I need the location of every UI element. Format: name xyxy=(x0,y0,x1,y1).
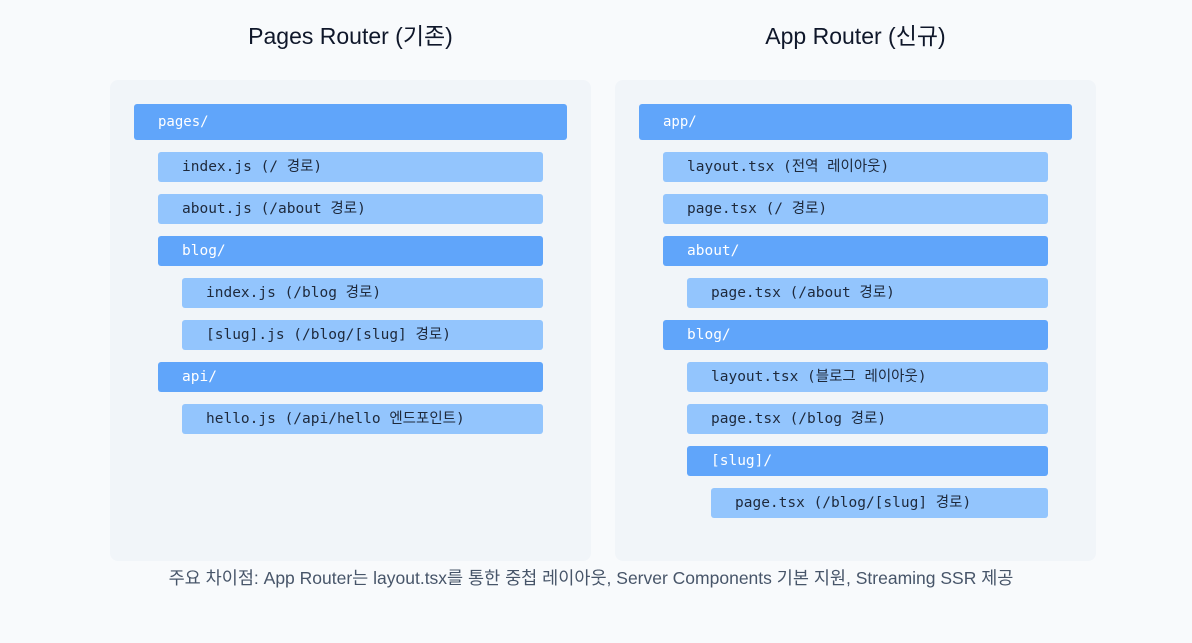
app-file-node: page.tsx (/blog 경로) xyxy=(687,404,1048,434)
app-file-node: layout.tsx (블로그 레이아웃) xyxy=(687,362,1048,392)
pages-folder-node: api/ xyxy=(158,362,543,392)
app-folder-node: blog/ xyxy=(663,320,1048,350)
pages-file-node: hello.js (/api/hello 엔드포인트) xyxy=(182,404,543,434)
pages-root-folder: pages/ xyxy=(134,104,567,140)
app-router-title: App Router (신규) xyxy=(765,23,946,49)
pages-router-panel: pages/ index.js (/ 경로) about.js (/about 경… xyxy=(110,80,591,561)
key-differences-note: 주요 차이점: App Router는 layout.tsx를 통한 중첩 레이… xyxy=(168,568,1014,588)
app-file-node: page.tsx (/ 경로) xyxy=(663,194,1048,224)
app-folder-node: [slug]/ xyxy=(687,446,1048,476)
app-router-panel: app/ layout.tsx (전역 레이아웃) page.tsx (/ 경로)… xyxy=(615,80,1096,561)
app-root-folder: app/ xyxy=(639,104,1072,140)
app-file-node: page.tsx (/blog/[slug] 경로) xyxy=(711,488,1048,518)
pages-file-node: index.js (/blog 경로) xyxy=(182,278,543,308)
pages-folder-node: blog/ xyxy=(158,236,543,266)
app-folder-node: about/ xyxy=(663,236,1048,266)
pages-file-node: about.js (/about 경로) xyxy=(158,194,543,224)
pages-file-node: [slug].js (/blog/[slug] 경로) xyxy=(182,320,543,350)
pages-file-node: index.js (/ 경로) xyxy=(158,152,543,182)
app-file-node: page.tsx (/about 경로) xyxy=(687,278,1048,308)
app-file-node: layout.tsx (전역 레이아웃) xyxy=(663,152,1048,182)
pages-router-title: Pages Router (기존) xyxy=(248,23,453,49)
